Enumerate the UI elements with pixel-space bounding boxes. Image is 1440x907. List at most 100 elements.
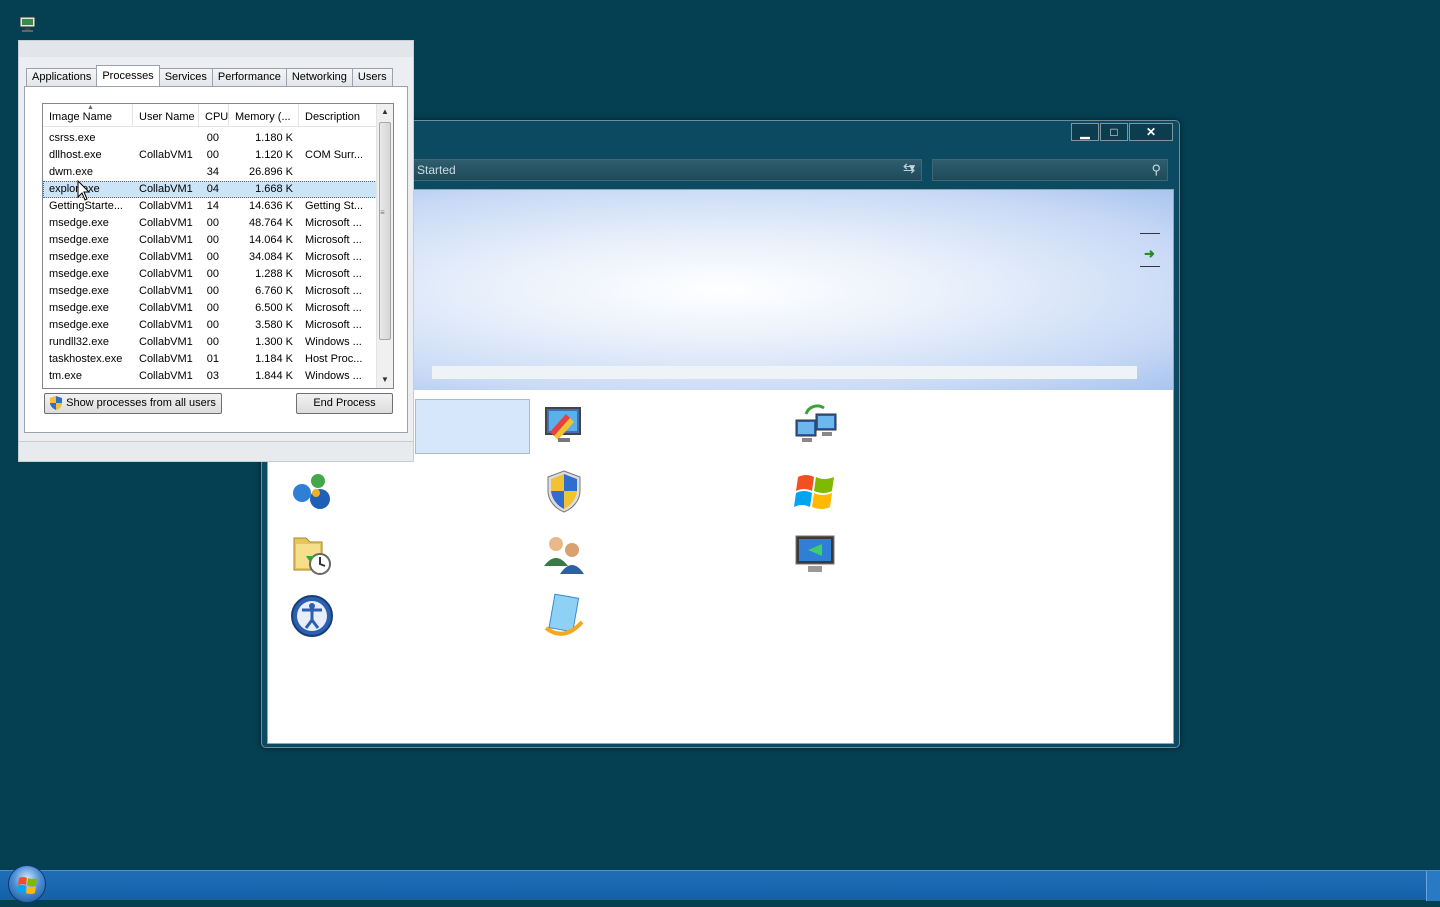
process-cpu: 00 [206,302,219,314]
process-memory: 1.844 K [255,370,293,382]
process-cpu: 00 [206,268,219,280]
windows-start-orb-icon[interactable] [8,865,46,903]
process-cpu: 00 [206,285,219,297]
backup-restore-icon[interactable] [288,530,336,578]
process-cpu: 00 [206,217,219,229]
process-memory: 1.300 K [255,336,293,348]
process-memory: 14.636 K [248,200,293,212]
table-row[interactable]: msedge.exe CollabVM1 00 34.084 K Microsoft .… [43,249,377,266]
table-row[interactable]: csrss.exe 00 1.180 K [43,130,377,147]
column-image-name[interactable]: ▲ Image Name [43,104,133,127]
refresh-icon[interactable]: ⇆ [898,159,920,181]
process-description: Windows ... [305,336,362,348]
sort-ascending-icon: ▲ [87,104,94,111]
process-memory: 34.084 K [248,251,293,263]
show-all-users-label: Show processes from all users [66,397,216,409]
table-row[interactable]: msedge.exe CollabVM1 00 1.288 K Microsoft ..… [43,266,377,283]
monitor-computer-icon[interactable] [19,16,37,32]
process-cpu: 14 [206,200,219,212]
maximize-button[interactable]: □ [1100,123,1128,141]
tab-networking[interactable]: Networking [285,68,353,86]
process-user: CollabVM1 [139,149,193,161]
tab-applications[interactable]: Applications [26,68,98,86]
divider [1140,266,1160,267]
process-user: CollabVM1 [139,285,193,297]
tab-processes[interactable]: Processes [96,65,160,86]
user-accounts-icon[interactable] [540,530,588,578]
process-description: Microsoft ... [305,285,362,297]
process-description [299,181,377,198]
grip-icon: ≡ [380,208,385,217]
process-name: msedge.exe [49,217,109,229]
process-user: CollabVM1 [139,251,193,263]
minimize-button[interactable]: ▁ [1071,123,1099,141]
show-desktop-button[interactable] [1426,871,1440,901]
table-row[interactable]: dwm.exe 34 26.896 K [43,164,377,181]
process-cpu: 00 [206,336,219,348]
process-description: Microsoft ... [305,319,362,331]
tab-users[interactable]: Users [351,68,393,86]
column-cpu[interactable]: CPU [199,104,229,127]
process-description: Microsoft ... [305,268,362,280]
table-row[interactable]: msedge.exe CollabVM1 00 48.764 K Microsoft .… [43,215,377,232]
search-icon[interactable]: ⚲ [1151,162,1161,178]
table-row[interactable]: msedge.exe CollabVM1 00 6.500 K Microsoft ..… [43,300,377,317]
green-arrow-icon[interactable]: ➜ [1144,246,1155,262]
security-shield-icon[interactable] [540,467,588,515]
process-name: csrss.exe [49,132,96,144]
column-label: Image Name [49,111,112,123]
process-description: Microsoft ... [305,234,362,246]
process-user: CollabVM1 [139,268,193,280]
table-row[interactable]: rundll32.exe CollabVM1 00 1.300 K Windows ..… [43,334,377,351]
windows-live-icon[interactable] [288,467,336,515]
scroll-up-icon[interactable]: ▲ [377,104,393,120]
column-memory[interactable]: Memory (... [229,104,299,127]
process-rows: csrss.exe 00 1.180 K dllhost.exe CollabVM1 00… [43,130,377,385]
process-user: CollabVM1 [139,353,193,365]
table-row[interactable]: tm.exe CollabVM1 03 1.844 K Windows ... [43,368,377,385]
process-memory: 1.668 K [255,183,293,195]
vertical-scrollbar[interactable]: ▲ ≡ ▼ [376,104,393,388]
windows-logo-icon[interactable] [792,467,840,515]
process-cpu: 04 [206,183,219,195]
process-list[interactable]: ▲ Image Name User Name CPU Memory (... D… [42,103,394,389]
personalize-icon[interactable] [540,402,588,450]
process-cpu: 00 [206,251,219,263]
tab-performance[interactable]: Performance [211,68,287,86]
process-description: Host Proc... [305,353,363,365]
process-user: CollabVM1 [139,234,193,246]
table-row[interactable]: taskhostex.exe CollabVM1 01 1.184 K Host Pro… [43,351,377,368]
table-row[interactable]: msedge.exe CollabVM1 00 6.760 K Microsoft ..… [43,283,377,300]
table-row[interactable]: GettingStarte... CollabVM1 14 14.636 K Getti… [43,198,377,215]
column-description[interactable]: Description [299,104,377,127]
show-all-users-button[interactable]: Show processes from all users [44,393,222,414]
search-input[interactable]: ⚲ [932,159,1168,181]
scrollbar-thumb[interactable] [379,122,391,340]
table-row[interactable]: dllhost.exe CollabVM1 00 1.120 K COM Surr... [43,147,377,164]
windows-media-icon[interactable] [540,592,588,640]
address-bar[interactable]: Started ▼ [412,159,922,181]
process-memory: 6.500 K [255,302,293,314]
process-description: Microsoft ... [305,302,362,314]
scroll-down-icon[interactable]: ▼ [377,372,393,388]
close-button[interactable]: ✕ [1129,123,1173,141]
process-user: CollabVM1 [139,370,193,382]
table-row[interactable]: explor exe CollabVM1 04 1.668 K [43,181,377,198]
table-row[interactable]: msedge.exe CollabVM1 00 3.580 K Microsoft ..… [43,317,377,334]
uac-shield-icon [50,396,62,410]
process-name: msedge.exe [49,319,109,331]
tab-services[interactable]: Services [158,68,213,86]
task-manager-titlebar[interactable] [19,41,413,57]
table-row[interactable]: msedge.exe CollabVM1 00 14.064 K Microsoft .… [43,232,377,249]
remote-desktop-icon[interactable] [792,530,840,578]
divider [1140,233,1160,234]
process-memory: 14.064 K [248,234,293,246]
transfer-computers-icon[interactable] [792,402,840,450]
selected-tile[interactable] [415,399,530,454]
process-name: msedge.exe [49,234,109,246]
process-memory: 48.764 K [248,217,293,229]
column-user-name[interactable]: User Name [133,104,199,127]
end-process-button[interactable]: End Process [296,393,393,414]
process-memory: 1.184 K [255,353,293,365]
ease-of-access-icon[interactable] [288,592,336,640]
